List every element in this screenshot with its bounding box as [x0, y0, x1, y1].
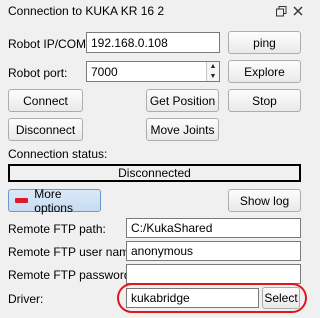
spin-down-icon[interactable]: ▼: [207, 72, 219, 82]
title-bar: Connection to KUKA KR 16 2: [0, 0, 311, 22]
ftp-user-value: anonymous: [131, 244, 194, 258]
ftp-password-label: Remote FTP password:: [8, 268, 134, 282]
driver-input[interactable]: kukabridge: [126, 288, 259, 308]
restore-icon[interactable]: [274, 4, 288, 18]
ftp-user-label: Remote FTP user name:: [8, 245, 140, 259]
ftp-password-input[interactable]: [126, 264, 301, 284]
robot-port-value: 7000: [91, 64, 118, 79]
connection-status-value: Disconnected: [118, 166, 191, 180]
ftp-user-input[interactable]: anonymous: [126, 241, 301, 261]
robot-port-label: Robot port:: [8, 66, 68, 80]
port-spin-buttons[interactable]: ▲ ▼: [206, 62, 219, 81]
get-position-button[interactable]: Get Position: [146, 89, 219, 112]
minus-icon: [15, 198, 29, 203]
disconnect-button[interactable]: Disconnect: [8, 118, 83, 141]
ping-button[interactable]: ping: [228, 31, 301, 54]
select-driver-button[interactable]: Select: [262, 287, 300, 309]
robot-ip-label: Robot IP/COM:: [8, 37, 90, 51]
connection-status-label: Connection status:: [8, 147, 108, 161]
stop-button[interactable]: Stop: [228, 89, 301, 112]
robot-ip-value: 192.168.0.108: [91, 35, 168, 50]
window-title: Connection to KUKA KR 16 2: [8, 4, 165, 18]
connection-status-box: Disconnected: [8, 164, 301, 182]
driver-value: kukabridge: [131, 291, 190, 305]
show-log-button[interactable]: Show log: [228, 189, 301, 212]
driver-label: Driver:: [8, 292, 44, 306]
robot-ip-input[interactable]: 192.168.0.108: [86, 32, 220, 53]
ftp-path-input[interactable]: C:/KukaShared: [126, 218, 301, 238]
ftp-path-label: Remote FTP path:: [8, 222, 106, 236]
connect-button[interactable]: Connect: [8, 89, 83, 112]
more-options-button[interactable]: More options: [8, 186, 101, 215]
robot-port-spinbox[interactable]: 7000 ▲ ▼: [86, 61, 220, 82]
more-options-label: More options: [34, 186, 73, 215]
move-joints-button[interactable]: Move Joints: [146, 118, 219, 141]
spin-up-icon[interactable]: ▲: [207, 62, 219, 72]
ftp-path-value: C:/KukaShared: [131, 221, 213, 235]
explore-button[interactable]: Explore: [228, 60, 301, 83]
close-icon[interactable]: [291, 4, 305, 18]
